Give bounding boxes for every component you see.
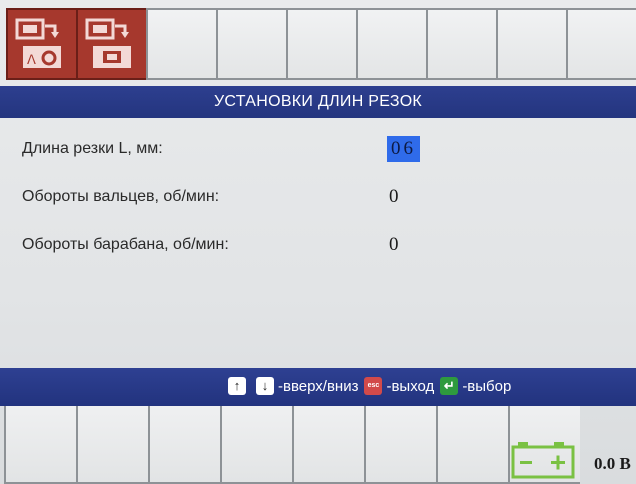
softkey-8[interactable]: [496, 8, 566, 80]
cutting-settings-icon: ᐱ: [15, 18, 61, 68]
esc-key-icon: esc: [364, 377, 383, 395]
bottom-softkey-4[interactable]: [220, 406, 292, 484]
softkey-7[interactable]: [426, 8, 496, 80]
setting-label: Длина резки L, мм:: [22, 140, 163, 157]
softkey-3[interactable]: [146, 8, 216, 80]
updown-hint: -вверх/вниз: [278, 377, 359, 395]
setting-row-roller-speed[interactable]: Обороты вальцев, об/мин: 0: [0, 182, 636, 214]
select-hint: -выбор: [462, 377, 512, 395]
top-softkey-bar: ᐱ: [6, 8, 636, 84]
transfer-icon: [85, 18, 131, 68]
bottom-softkey-1[interactable]: [4, 406, 76, 484]
arrow-up-icon: ↑: [228, 377, 246, 395]
battery-voltage: 0.0 В: [594, 454, 631, 473]
bottom-softkey-3[interactable]: [148, 406, 220, 484]
setting-row-drum-speed[interactable]: Обороты барабана, об/мин: 0: [0, 230, 636, 262]
battery-icon: [511, 442, 575, 479]
setting-row-cut-length[interactable]: Длина резки L, мм: 06: [0, 134, 636, 166]
drum-speed-value[interactable]: 0: [389, 234, 399, 256]
terminal-screen: ᐱ УСТАНОВКИ ДЛИН РЕЗОК Длина резки L, мм…: [0, 0, 636, 484]
arrow-down-icon: ↓: [256, 377, 274, 395]
setting-label: Обороты барабана, об/мин:: [22, 236, 229, 253]
exit-hint: -выход: [386, 377, 435, 395]
bottom-softkey-7[interactable]: [436, 406, 508, 484]
setting-label: Обороты вальцев, об/мин:: [22, 188, 220, 205]
softkey-6[interactable]: [356, 8, 426, 80]
settings-list: Длина резки L, мм: 06 Обороты вальцев, о…: [0, 118, 636, 368]
battery-status: 0.0 В: [510, 440, 636, 480]
softkey-transfer[interactable]: [76, 8, 146, 80]
page-title: УСТАНОВКИ ДЛИН РЕЗОК: [213, 93, 423, 110]
softkey-cutting-settings[interactable]: ᐱ: [6, 8, 76, 80]
cut-length-value[interactable]: 06: [387, 136, 420, 162]
bottom-softkey-2[interactable]: [76, 406, 148, 484]
softkey-9[interactable]: [566, 8, 636, 80]
softkey-5[interactable]: [286, 8, 356, 80]
svg-text:ᐱ: ᐱ: [27, 52, 36, 67]
bottom-softkey-6[interactable]: [364, 406, 436, 484]
page-title-bar: УСТАНОВКИ ДЛИН РЕЗОК: [0, 86, 636, 118]
softkey-4[interactable]: [216, 8, 286, 80]
key-help-bar: ↑ ↓ -вверх/вниз esc -выход ↵ -выбор: [0, 368, 636, 406]
enter-key-icon: ↵: [440, 377, 459, 395]
bottom-softkey-5[interactable]: [292, 406, 364, 484]
roller-speed-value[interactable]: 0: [389, 186, 399, 208]
